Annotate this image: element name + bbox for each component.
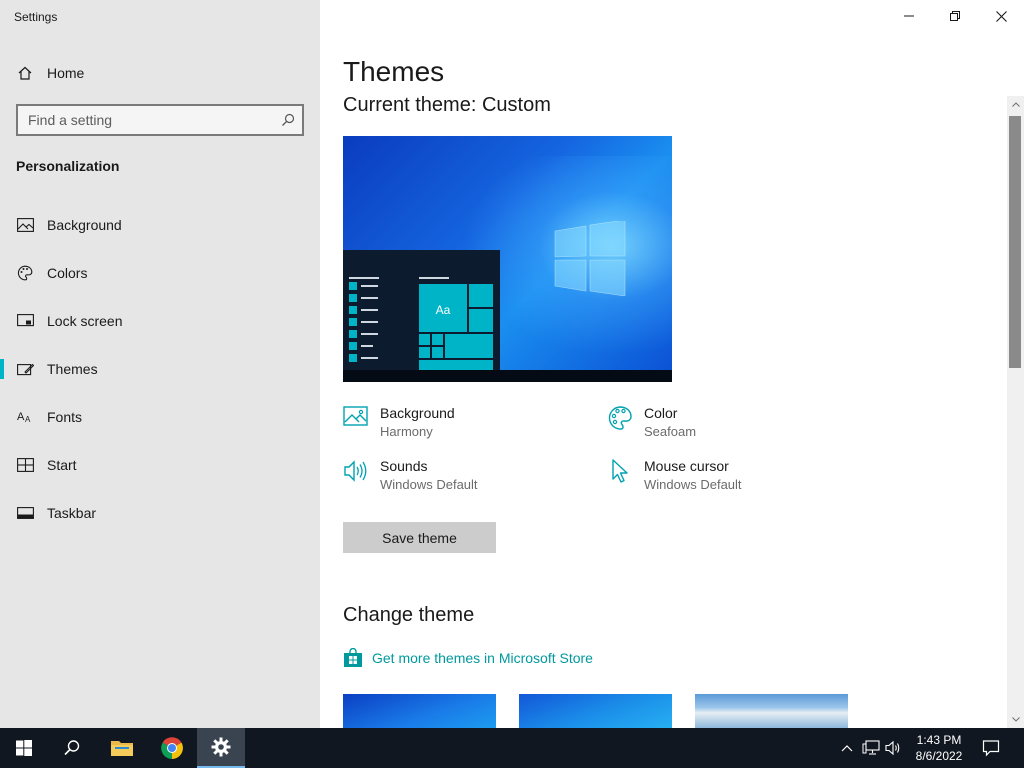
chevron-up-icon	[841, 745, 853, 752]
speaker-icon	[343, 458, 369, 484]
palette-icon	[16, 265, 34, 281]
minimize-icon	[904, 15, 914, 17]
sidebar: Settings Home Personalization Background…	[0, 0, 320, 728]
network-icon	[862, 740, 880, 755]
sidebar-item-start[interactable]: Start	[0, 445, 320, 485]
app-title: Settings	[14, 10, 58, 24]
property-value: Harmony	[380, 424, 433, 439]
network-button[interactable]	[862, 739, 880, 757]
store-link[interactable]: Get more themes in Microsoft Store	[343, 648, 593, 668]
svg-text:A: A	[25, 415, 31, 424]
chrome-icon	[161, 737, 183, 759]
change-theme-heading: Change theme	[343, 604, 475, 626]
start-icon	[16, 457, 34, 473]
section-heading: Personalization	[16, 158, 120, 174]
scrollbar[interactable]	[1007, 96, 1024, 728]
sidebar-item-label: Taskbar	[47, 505, 97, 521]
volume-button[interactable]	[885, 739, 903, 757]
store-link-label: Get more themes in Microsoft Store	[372, 650, 593, 666]
mouse-cursor-property[interactable]: Mouse cursor Windows Default	[607, 458, 837, 500]
sidebar-item-label: Start	[47, 457, 77, 473]
home-label: Home	[47, 65, 85, 81]
property-value: Windows Default	[644, 477, 742, 492]
sidebar-item-fonts[interactable]: AA Fonts	[0, 397, 320, 437]
sidebar-item-taskbar[interactable]: Taskbar	[0, 493, 320, 533]
action-center-button[interactable]	[982, 739, 1000, 757]
preview-start-menu: Aa	[343, 250, 500, 370]
windows-logo-icon	[554, 221, 626, 296]
fonts-icon: AA	[16, 409, 34, 425]
theme-thumbnail-windows-light[interactable]	[519, 694, 672, 728]
property-name: Sounds	[380, 458, 428, 474]
search-icon	[64, 740, 80, 756]
taskbar-icon	[16, 505, 34, 521]
taskbar-search-button[interactable]	[48, 728, 96, 768]
restore-icon	[950, 11, 960, 21]
sidebar-item-label: Colors	[47, 265, 88, 281]
scroll-up-arrow-icon[interactable]	[1007, 96, 1024, 113]
themes-icon	[16, 361, 34, 377]
sidebar-item-label: Background	[47, 217, 122, 233]
show-hidden-icons-button[interactable]	[838, 739, 856, 757]
sidebar-item-label: Lock screen	[47, 313, 123, 329]
property-name: Mouse cursor	[644, 458, 729, 474]
sidebar-item-background[interactable]: Background	[0, 205, 320, 245]
current-theme-label: Current theme: Custom	[343, 94, 551, 116]
svg-text:A: A	[17, 411, 25, 423]
scroll-down-arrow-icon[interactable]	[1007, 711, 1024, 728]
picture-icon	[343, 405, 369, 431]
sidebar-item-label: Themes	[47, 361, 98, 377]
preview-tile-text: Aa	[436, 303, 451, 317]
theme-preview: Aa	[343, 136, 672, 382]
theme-thumbnail-windows[interactable]	[343, 694, 496, 728]
lock-screen-icon	[16, 313, 34, 329]
start-button[interactable]	[0, 728, 48, 768]
theme-thumbnail-flowers[interactable]	[695, 694, 848, 728]
search-input[interactable]	[26, 111, 271, 129]
settings-taskbar-button[interactable]	[197, 728, 245, 768]
chrome-button[interactable]	[148, 728, 196, 768]
speaker-icon	[885, 740, 900, 756]
property-name: Color	[644, 405, 678, 421]
restore-button[interactable]	[932, 0, 978, 32]
sidebar-item-colors[interactable]: Colors	[0, 253, 320, 293]
cursor-icon	[607, 458, 633, 484]
sidebar-item-themes[interactable]: Themes	[0, 349, 320, 389]
taskbar: 1:43 PM 8/6/2022	[0, 728, 1024, 768]
notification-icon	[982, 740, 1000, 757]
background-property[interactable]: Background Harmony	[343, 405, 573, 447]
color-property[interactable]: Color Seafoam	[607, 405, 837, 447]
taskbar-clock[interactable]: 1:43 PM 8/6/2022	[910, 732, 968, 764]
preview-taskbar	[343, 370, 672, 382]
property-value: Seafoam	[644, 424, 697, 439]
property-name: Background	[380, 405, 455, 421]
save-theme-button[interactable]: Save theme	[343, 522, 496, 553]
file-explorer-button[interactable]	[98, 728, 146, 768]
search-box[interactable]	[16, 104, 304, 136]
clock-date: 8/6/2022	[915, 749, 963, 763]
sidebar-item-lock-screen[interactable]: Lock screen	[0, 301, 320, 341]
home-icon	[16, 65, 34, 81]
picture-icon	[16, 217, 34, 233]
palette-icon	[607, 405, 633, 431]
home-nav-item[interactable]: Home	[0, 53, 320, 93]
windows-start-icon	[16, 740, 32, 756]
page-title: Themes	[343, 56, 445, 87]
sounds-property[interactable]: Sounds Windows Default	[343, 458, 573, 500]
scroll-thumb[interactable]	[1009, 116, 1021, 368]
search-icon[interactable]	[280, 112, 296, 128]
clock-time: 1:43 PM	[916, 733, 962, 747]
property-value: Windows Default	[380, 477, 478, 492]
main-content: Themes Current theme: Custom Aa Backgrou…	[320, 0, 1024, 728]
folder-icon	[111, 741, 133, 756]
minimize-button[interactable]	[886, 0, 932, 32]
sidebar-item-label: Fonts	[47, 409, 83, 425]
store-icon	[344, 648, 362, 667]
gear-icon	[211, 737, 231, 757]
close-icon	[995, 10, 1007, 22]
close-button[interactable]	[978, 0, 1024, 32]
